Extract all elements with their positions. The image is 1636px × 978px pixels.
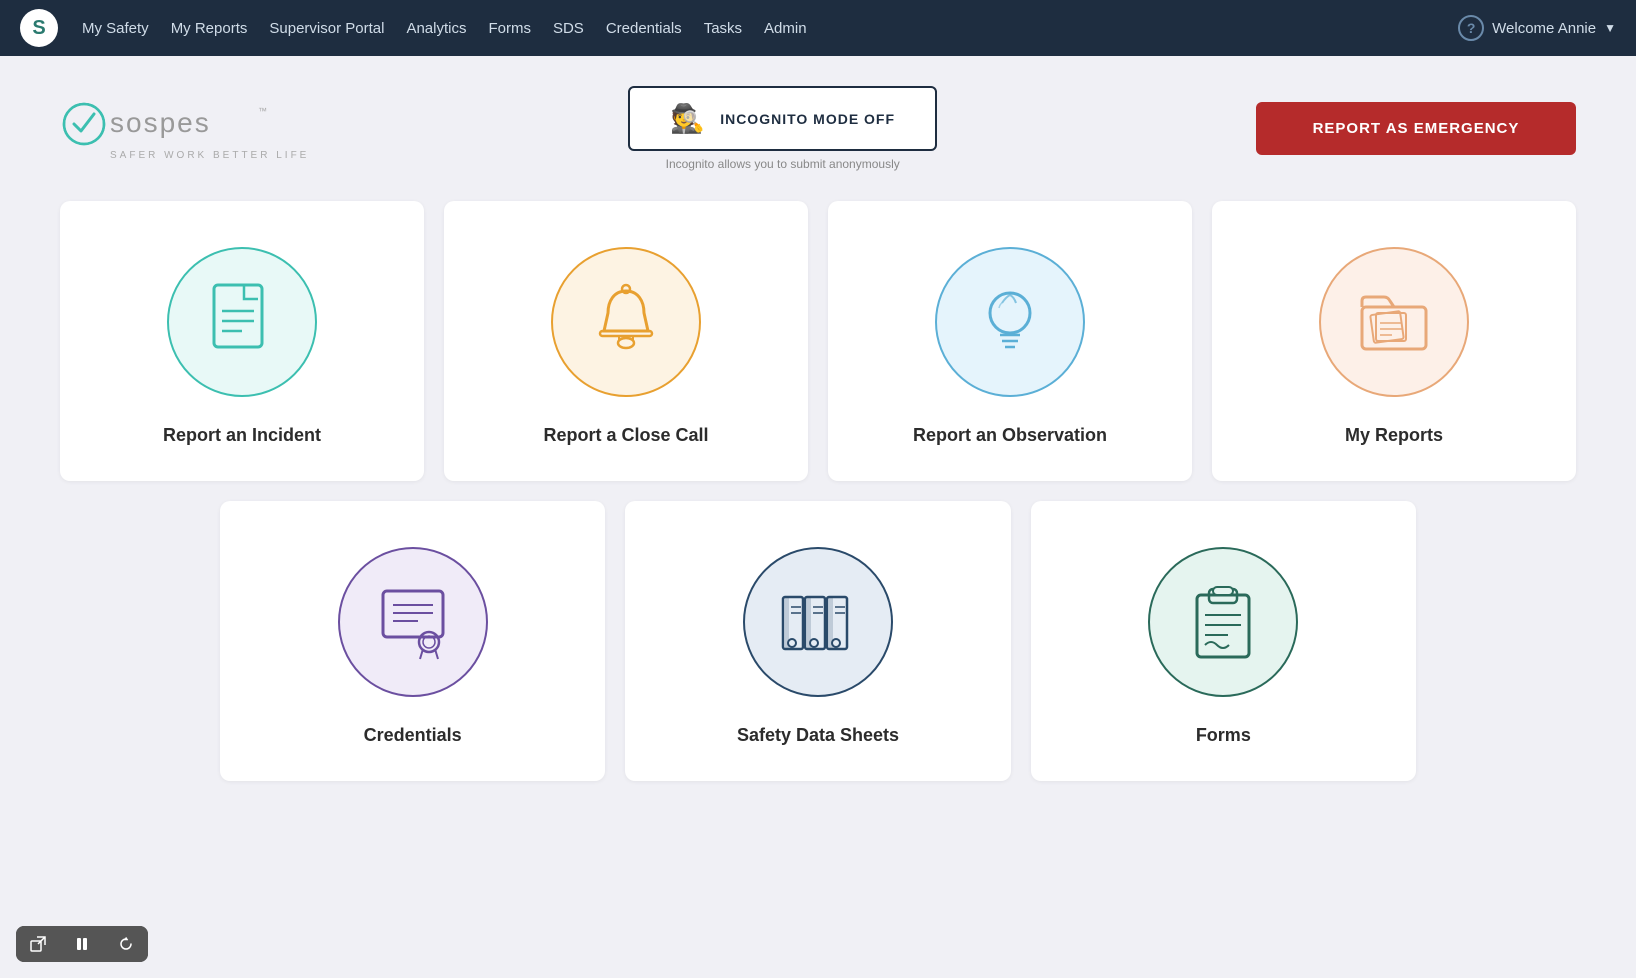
credentials-card-label: Credentials [364, 725, 462, 746]
top-section: sospes ™ SAFER WORK BETTER LIFE 🕵️ INCOG… [60, 86, 1576, 171]
bottom-cards-row: Credentials [60, 501, 1576, 781]
safety-data-sheets-card-label: Safety Data Sheets [737, 725, 899, 746]
card-forms[interactable]: Forms [1031, 501, 1416, 781]
close-call-icon-circle [551, 247, 701, 397]
close-call-card-label: Report a Close Call [543, 425, 708, 446]
toolbar-button-1[interactable] [16, 926, 60, 962]
emergency-button[interactable]: REPORT AS EMERGENCY [1256, 102, 1576, 155]
bell-icon [586, 277, 666, 367]
observation-icon-circle [935, 247, 1085, 397]
incognito-label: INCOGNITO MODE OFF [720, 111, 895, 127]
incident-card-label: Report an Incident [163, 425, 321, 446]
card-report-incident[interactable]: Report an Incident [60, 201, 424, 481]
card-safety-data-sheets[interactable]: Safety Data Sheets [625, 501, 1010, 781]
forms-card-label: Forms [1196, 725, 1251, 746]
forms-icon-circle [1148, 547, 1298, 697]
refresh-icon [118, 936, 134, 952]
card-credentials[interactable]: Credentials [220, 501, 605, 781]
nav-item-admin[interactable]: Admin [764, 20, 807, 37]
nav-item-my-reports[interactable]: My Reports [171, 20, 248, 37]
svg-text:™: ™ [258, 106, 267, 116]
welcome-text[interactable]: Welcome Annie [1492, 20, 1596, 37]
incident-icon-circle [167, 247, 317, 397]
card-report-close-call[interactable]: Report a Close Call [444, 201, 808, 481]
nav-item-forms[interactable]: Forms [488, 20, 531, 37]
incognito-area: 🕵️ INCOGNITO MODE OFF Incognito allows y… [628, 86, 937, 171]
certificate-icon [373, 577, 453, 667]
incognito-subtext: Incognito allows you to submit anonymous… [666, 157, 900, 171]
clipboard-icon [1183, 577, 1263, 667]
svg-text:sospes: sospes [110, 107, 211, 138]
document-icon [202, 277, 282, 367]
brand-tagline: SAFER WORK BETTER LIFE [110, 150, 309, 161]
card-my-reports[interactable]: My Reports [1212, 201, 1576, 481]
nav-item-analytics[interactable]: Analytics [406, 20, 466, 37]
safety-data-sheets-icon-circle [743, 547, 893, 697]
help-icon[interactable]: ? [1458, 15, 1484, 41]
toolbar-button-3[interactable] [104, 926, 148, 962]
nav-right: ? Welcome Annie ▼ [1458, 15, 1616, 41]
incognito-spy-icon: 🕵️ [670, 102, 706, 135]
pause-icon [74, 936, 90, 952]
sospes-logo-svg: sospes ™ [60, 96, 280, 152]
nav-item-credentials[interactable]: Credentials [606, 20, 682, 37]
navbar: S My Safety My Reports Supervisor Portal… [0, 0, 1636, 56]
main-content: sospes ™ SAFER WORK BETTER LIFE 🕵️ INCOG… [0, 56, 1636, 811]
my-reports-card-label: My Reports [1345, 425, 1443, 446]
lightbulb-icon [970, 277, 1050, 367]
brand-logo: sospes ™ SAFER WORK BETTER LIFE [60, 96, 309, 161]
nav-items: My Safety My Reports Supervisor Portal A… [82, 20, 1434, 37]
nav-item-supervisor-portal[interactable]: Supervisor Portal [269, 20, 384, 37]
credentials-icon-circle [338, 547, 488, 697]
dropdown-arrow-icon[interactable]: ▼ [1604, 21, 1616, 35]
nav-logo[interactable]: S [20, 9, 58, 47]
folder-icon [1354, 277, 1434, 367]
my-reports-icon-circle [1319, 247, 1469, 397]
observation-card-label: Report an Observation [913, 425, 1107, 446]
nav-item-my-safety[interactable]: My Safety [82, 20, 149, 37]
books-icon [773, 577, 863, 667]
card-report-observation[interactable]: Report an Observation [828, 201, 1192, 481]
toolbar-button-2[interactable] [60, 926, 104, 962]
bottom-toolbar [16, 926, 148, 962]
nav-item-tasks[interactable]: Tasks [704, 20, 742, 37]
external-link-icon [30, 936, 46, 952]
incognito-button[interactable]: 🕵️ INCOGNITO MODE OFF [628, 86, 937, 151]
nav-item-sds[interactable]: SDS [553, 20, 584, 37]
top-cards-row: Report an Incident Report [60, 201, 1576, 481]
